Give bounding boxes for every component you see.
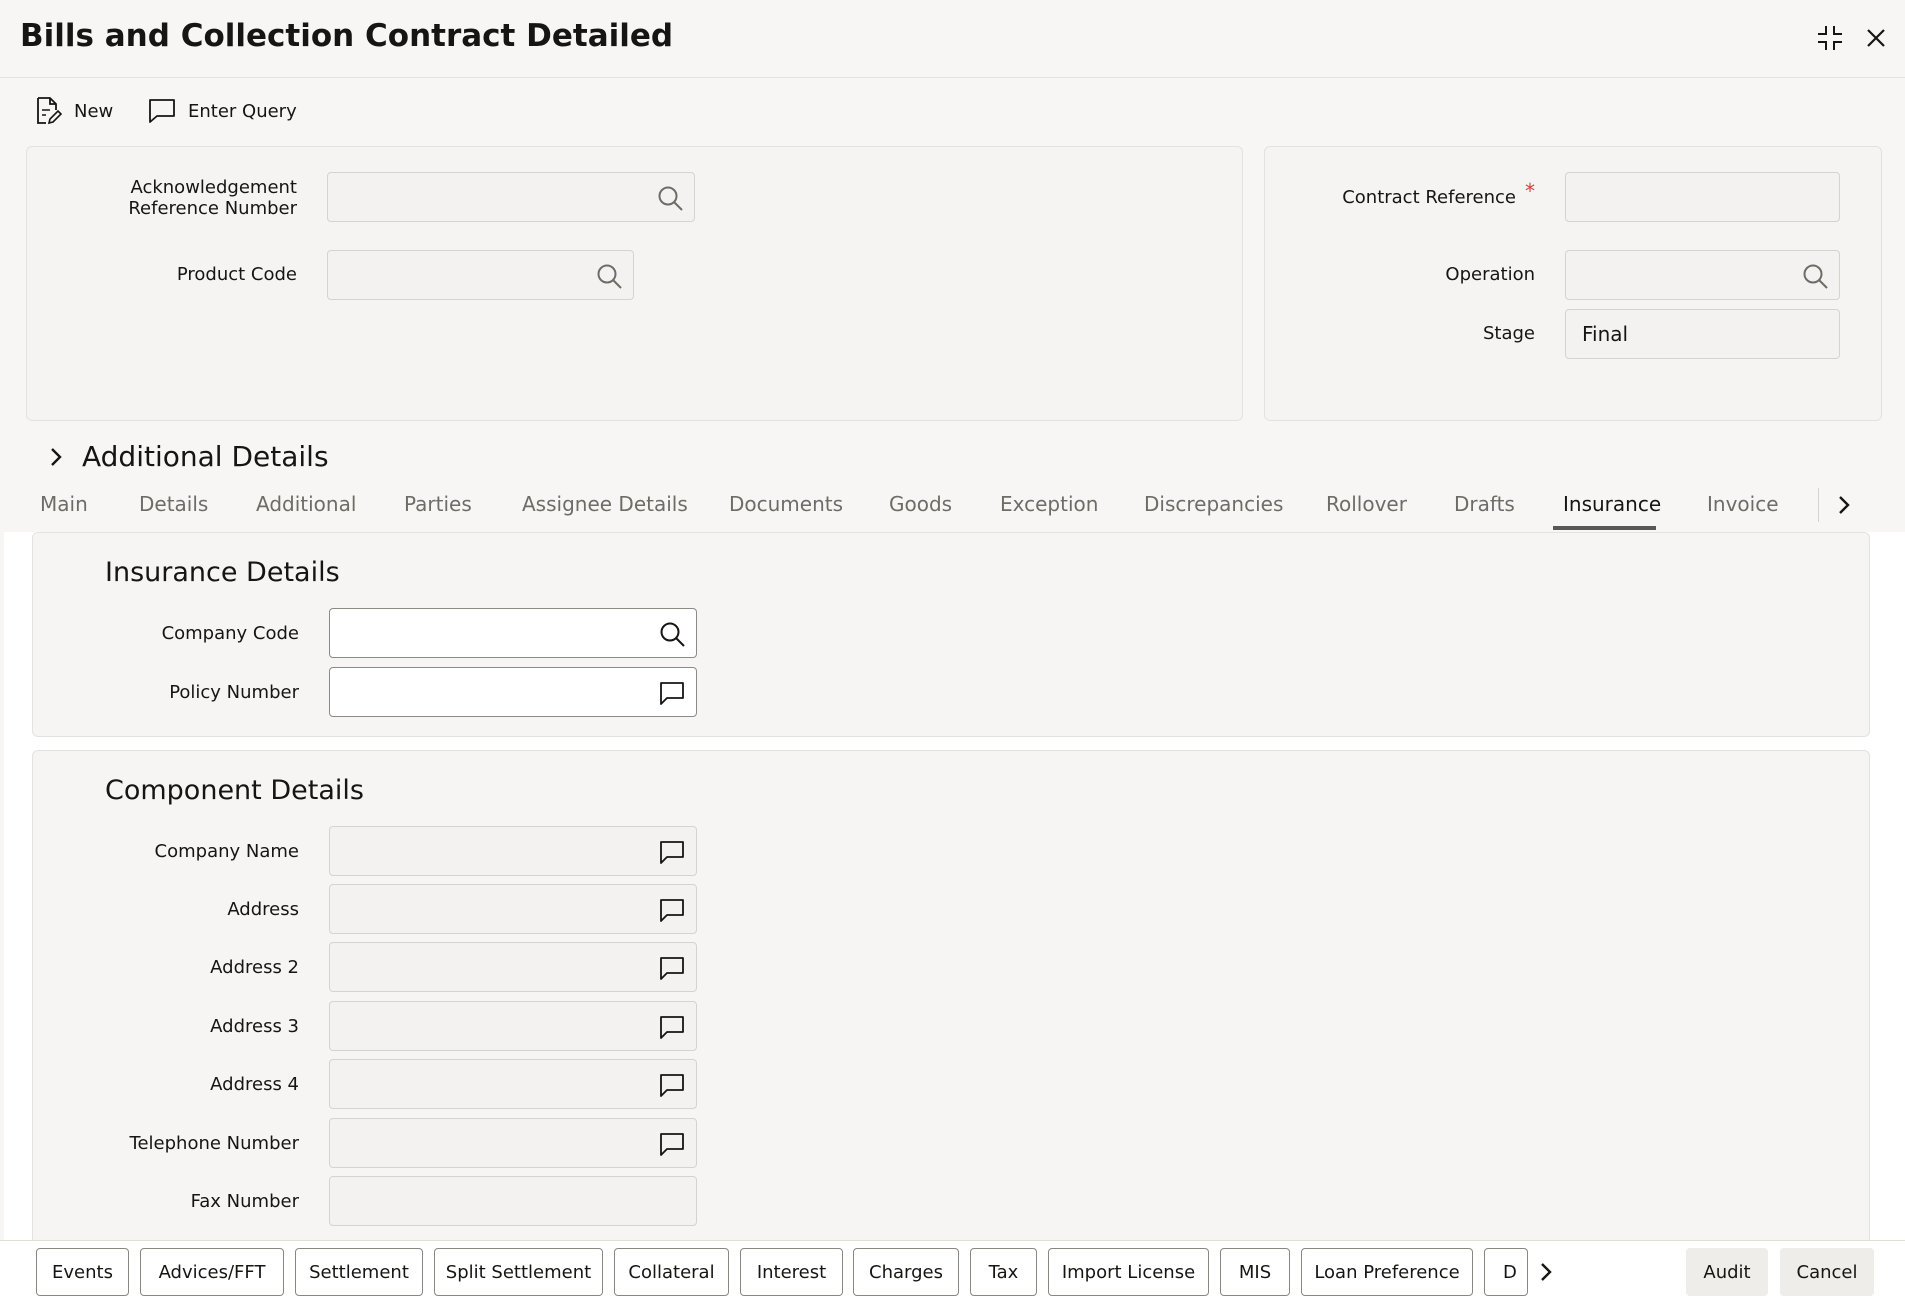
ack-ref-field[interactable] bbox=[327, 172, 695, 222]
minimize-icon[interactable] bbox=[1812, 20, 1848, 56]
additional-details-toggle[interactable]: Additional Details bbox=[48, 440, 329, 473]
ack-ref-label-line2: Reference Number bbox=[128, 198, 297, 219]
close-icon[interactable] bbox=[1858, 20, 1894, 56]
search-icon[interactable] bbox=[1801, 262, 1829, 290]
company-name-field[interactable] bbox=[329, 826, 697, 876]
footer-bar: Events Advices/FFT Settlement Split Sett… bbox=[0, 1240, 1905, 1304]
search-icon[interactable] bbox=[656, 184, 684, 212]
loan-preference-button[interactable]: Loan Preference bbox=[1301, 1248, 1473, 1296]
charges-button[interactable]: Charges bbox=[853, 1248, 959, 1296]
stage-field: Final bbox=[1565, 309, 1840, 359]
address4-label: Address 4 bbox=[210, 1074, 299, 1095]
tabs-scroll-right-button[interactable] bbox=[1818, 488, 1868, 522]
company-code-label: Company Code bbox=[161, 623, 299, 644]
tab-parties[interactable]: Parties bbox=[404, 492, 472, 516]
comment-icon[interactable] bbox=[658, 838, 686, 866]
address3-field[interactable] bbox=[329, 1001, 697, 1051]
policy-number-field[interactable] bbox=[329, 667, 697, 717]
window-title: Bills and Collection Contract Detailed bbox=[20, 18, 674, 54]
d-button[interactable]: D bbox=[1484, 1248, 1528, 1296]
cancel-button[interactable]: Cancel bbox=[1780, 1248, 1874, 1296]
component-details-panel: Component Details Company Name Address A… bbox=[32, 750, 1870, 1250]
stage-label: Stage bbox=[1482, 323, 1535, 344]
tab-discrepancies[interactable]: Discrepancies bbox=[1144, 492, 1283, 516]
header-right-panel: Contract Reference * Operation Stage Fin… bbox=[1264, 146, 1882, 421]
chevron-right-icon bbox=[1539, 1262, 1553, 1282]
additional-details-label: Additional Details bbox=[82, 440, 329, 473]
window-header: Bills and Collection Contract Detailed bbox=[0, 0, 1905, 78]
fax-label: Fax Number bbox=[190, 1191, 299, 1212]
tab-content: Insurance Details Company Code Policy Nu… bbox=[4, 532, 1905, 1250]
telephone-field[interactable] bbox=[329, 1118, 697, 1168]
settlement-button[interactable]: Settlement bbox=[295, 1248, 423, 1296]
tab-drafts[interactable]: Drafts bbox=[1454, 492, 1515, 516]
comment-icon[interactable] bbox=[658, 896, 686, 924]
telephone-label: Telephone Number bbox=[129, 1133, 299, 1154]
policy-number-label: Policy Number bbox=[169, 682, 299, 703]
interest-button[interactable]: Interest bbox=[740, 1248, 843, 1296]
ack-ref-label-line1: Acknowledgement bbox=[130, 177, 297, 198]
tab-additional[interactable]: Additional bbox=[256, 492, 356, 516]
active-tab-indicator bbox=[1553, 526, 1656, 530]
address3-label: Address 3 bbox=[210, 1016, 299, 1037]
header-left-panel: Acknowledgement Reference Number Product… bbox=[26, 146, 1243, 421]
contract-reference-field[interactable] bbox=[1565, 172, 1840, 222]
address4-field[interactable] bbox=[329, 1059, 697, 1109]
component-details-heading: Component Details bbox=[105, 775, 364, 806]
product-code-field[interactable] bbox=[327, 250, 634, 300]
operation-label: Operation bbox=[1445, 264, 1535, 285]
search-icon[interactable] bbox=[658, 620, 686, 648]
new-label: New bbox=[74, 100, 114, 122]
comment-icon[interactable] bbox=[658, 679, 686, 707]
new-button[interactable]: New bbox=[34, 88, 113, 134]
collateral-button[interactable]: Collateral bbox=[614, 1248, 729, 1296]
comment-icon[interactable] bbox=[658, 1130, 686, 1158]
comment-icon[interactable] bbox=[658, 1013, 686, 1041]
enter-query-button[interactable]: Enter Query bbox=[148, 88, 297, 134]
events-button[interactable]: Events bbox=[36, 1248, 129, 1296]
comment-icon[interactable] bbox=[658, 954, 686, 982]
address2-field[interactable] bbox=[329, 942, 697, 992]
new-document-icon bbox=[34, 96, 62, 126]
search-icon[interactable] bbox=[595, 262, 623, 290]
insurance-details-panel: Insurance Details Company Code Policy Nu… bbox=[32, 532, 1870, 737]
audit-button[interactable]: Audit bbox=[1686, 1248, 1768, 1296]
operation-field[interactable] bbox=[1565, 250, 1840, 300]
company-code-field[interactable] bbox=[329, 608, 697, 658]
tab-documents[interactable]: Documents bbox=[729, 492, 843, 516]
address-field[interactable] bbox=[329, 884, 697, 934]
comment-icon bbox=[148, 98, 176, 124]
tab-exception[interactable]: Exception bbox=[1000, 492, 1098, 516]
footer-scroll-right-button[interactable] bbox=[1532, 1253, 1560, 1291]
insurance-details-heading: Insurance Details bbox=[105, 557, 340, 588]
contract-reference-label: Contract Reference bbox=[1342, 187, 1516, 208]
chevron-right-icon bbox=[48, 446, 64, 468]
tab-insurance[interactable]: Insurance bbox=[1563, 492, 1661, 516]
chevron-right-icon bbox=[1837, 495, 1851, 515]
tab-rollover[interactable]: Rollover bbox=[1326, 492, 1407, 516]
ack-ref-label: Acknowledgement Reference Number bbox=[27, 177, 297, 219]
advices-fft-button[interactable]: Advices/FFT bbox=[140, 1248, 284, 1296]
import-license-button[interactable]: Import License bbox=[1048, 1248, 1209, 1296]
product-code-label: Product Code bbox=[176, 264, 297, 285]
split-settlement-button[interactable]: Split Settlement bbox=[434, 1248, 603, 1296]
address2-label: Address 2 bbox=[210, 957, 299, 978]
tab-goods[interactable]: Goods bbox=[889, 492, 952, 516]
address-label: Address bbox=[227, 899, 299, 920]
comment-icon[interactable] bbox=[658, 1071, 686, 1099]
tab-bar: Main Details Additional Parties Assignee… bbox=[0, 474, 1905, 532]
company-name-label: Company Name bbox=[154, 841, 299, 862]
tab-details[interactable]: Details bbox=[139, 492, 208, 516]
fax-field[interactable] bbox=[329, 1176, 697, 1226]
tab-assignee-details[interactable]: Assignee Details bbox=[522, 492, 688, 516]
tax-button[interactable]: Tax bbox=[970, 1248, 1037, 1296]
enter-query-label: Enter Query bbox=[188, 100, 297, 122]
tab-main[interactable]: Main bbox=[40, 492, 88, 516]
required-marker: * bbox=[1525, 179, 1535, 203]
tab-invoice[interactable]: Invoice bbox=[1707, 492, 1779, 516]
stage-value: Final bbox=[1582, 322, 1629, 346]
mis-button[interactable]: MIS bbox=[1220, 1248, 1290, 1296]
